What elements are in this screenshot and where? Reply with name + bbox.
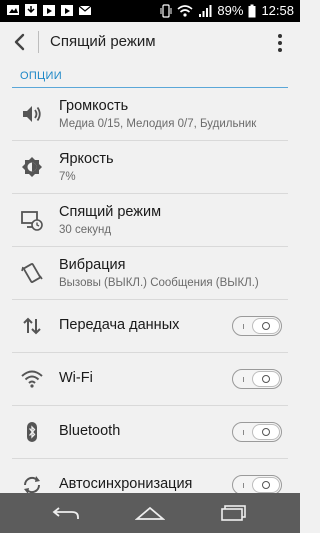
action-bar-divider [38, 31, 39, 53]
settings-item-bluetooth[interactable]: Bluetooth [0, 406, 300, 459]
item-subtitle: 30 секунд [59, 224, 112, 236]
status-bar: 89% 12:58 [0, 0, 300, 22]
clock: 12:58 [261, 3, 294, 18]
item-subtitle: Вызовы (ВЫКЛ.) Сообщения (ВЫКЛ.) [59, 277, 259, 289]
toggle-knob [252, 424, 280, 440]
settings-item-screen-timeout[interactable]: Спящий режим 30 секунд [0, 194, 300, 247]
item-title: Вибрация [59, 257, 126, 273]
settings-item-auto-sync[interactable]: Автосинхронизация [0, 459, 300, 493]
wifi-toggle[interactable] [232, 369, 282, 389]
vibrate-icon [160, 4, 172, 18]
settings-item-vibration[interactable]: Вибрация Вызовы (ВЫКЛ.) Сообщения (ВЫКЛ.… [0, 247, 300, 300]
settings-item-volume[interactable]: Громкость Медиа 0/15, Мелодия 0/7, Будил… [0, 88, 300, 141]
system-icons: 89% 12:58 [160, 3, 294, 19]
screen-timeout-icon [21, 211, 43, 231]
section-label: ОПЦИИ [20, 70, 62, 82]
back-button[interactable] [6, 28, 32, 56]
bluetooth-toggle[interactable] [232, 422, 282, 442]
signal-icon [199, 5, 212, 17]
settings-item-wifi[interactable]: Wi-Fi [0, 353, 300, 406]
settings-item-data-transfer[interactable]: Передача данных [0, 300, 300, 353]
page-title: Спящий режим [50, 33, 156, 50]
notification-icons [6, 3, 92, 17]
brightness-icon [22, 157, 42, 177]
wifi-icon [21, 370, 43, 388]
navigation-bar [0, 493, 300, 533]
data-transfer-icon [23, 317, 41, 335]
home-nav-icon [135, 506, 165, 520]
wifi-icon [177, 5, 193, 17]
battery-percent: 89% [217, 3, 244, 18]
item-title: Громкость [59, 98, 129, 114]
back-nav-icon [52, 507, 79, 519]
item-title: Яркость [59, 151, 114, 167]
item-subtitle: Медиа 0/15, Мелодия 0/7, Будильник [59, 118, 257, 130]
download-icon [25, 4, 37, 16]
nav-home-button[interactable] [130, 501, 170, 525]
item-title: Спящий режим [59, 204, 162, 220]
settings-list: Громкость Медиа 0/15, Мелодия 0/7, Будил… [0, 88, 300, 493]
toggle-knob [252, 477, 280, 493]
battery-icon [248, 4, 256, 18]
toggle-knob [252, 318, 280, 334]
sync-icon [23, 476, 41, 493]
item-title: Bluetooth [59, 423, 121, 439]
section-header: ОПЦИИ [0, 66, 300, 88]
nav-recent-apps-button[interactable] [214, 501, 254, 525]
overflow-menu-icon [278, 34, 282, 38]
toggle-knob [252, 371, 280, 387]
play-store-icon [61, 5, 73, 16]
item-title: Wi-Fi [59, 370, 93, 386]
nav-back-button[interactable] [46, 501, 86, 525]
data-transfer-toggle[interactable] [232, 316, 282, 336]
vibration-icon [21, 263, 43, 283]
bluetooth-icon [27, 422, 37, 442]
settings-item-brightness[interactable]: Яркость 7% [0, 141, 300, 194]
mail-icon [78, 5, 92, 15]
item-subtitle: 7% [59, 171, 76, 183]
volume-icon [23, 106, 41, 122]
play-store-icon [43, 5, 55, 16]
auto-sync-toggle[interactable] [232, 475, 282, 493]
recent-apps-icon [221, 505, 246, 521]
overflow-menu-button[interactable] [270, 30, 290, 56]
item-title: Передача данных [59, 317, 180, 333]
image-icon [7, 5, 19, 15]
action-bar: Спящий режим [0, 22, 300, 62]
item-title: Автосинхронизация [59, 476, 193, 492]
back-arrow-icon [14, 33, 25, 51]
